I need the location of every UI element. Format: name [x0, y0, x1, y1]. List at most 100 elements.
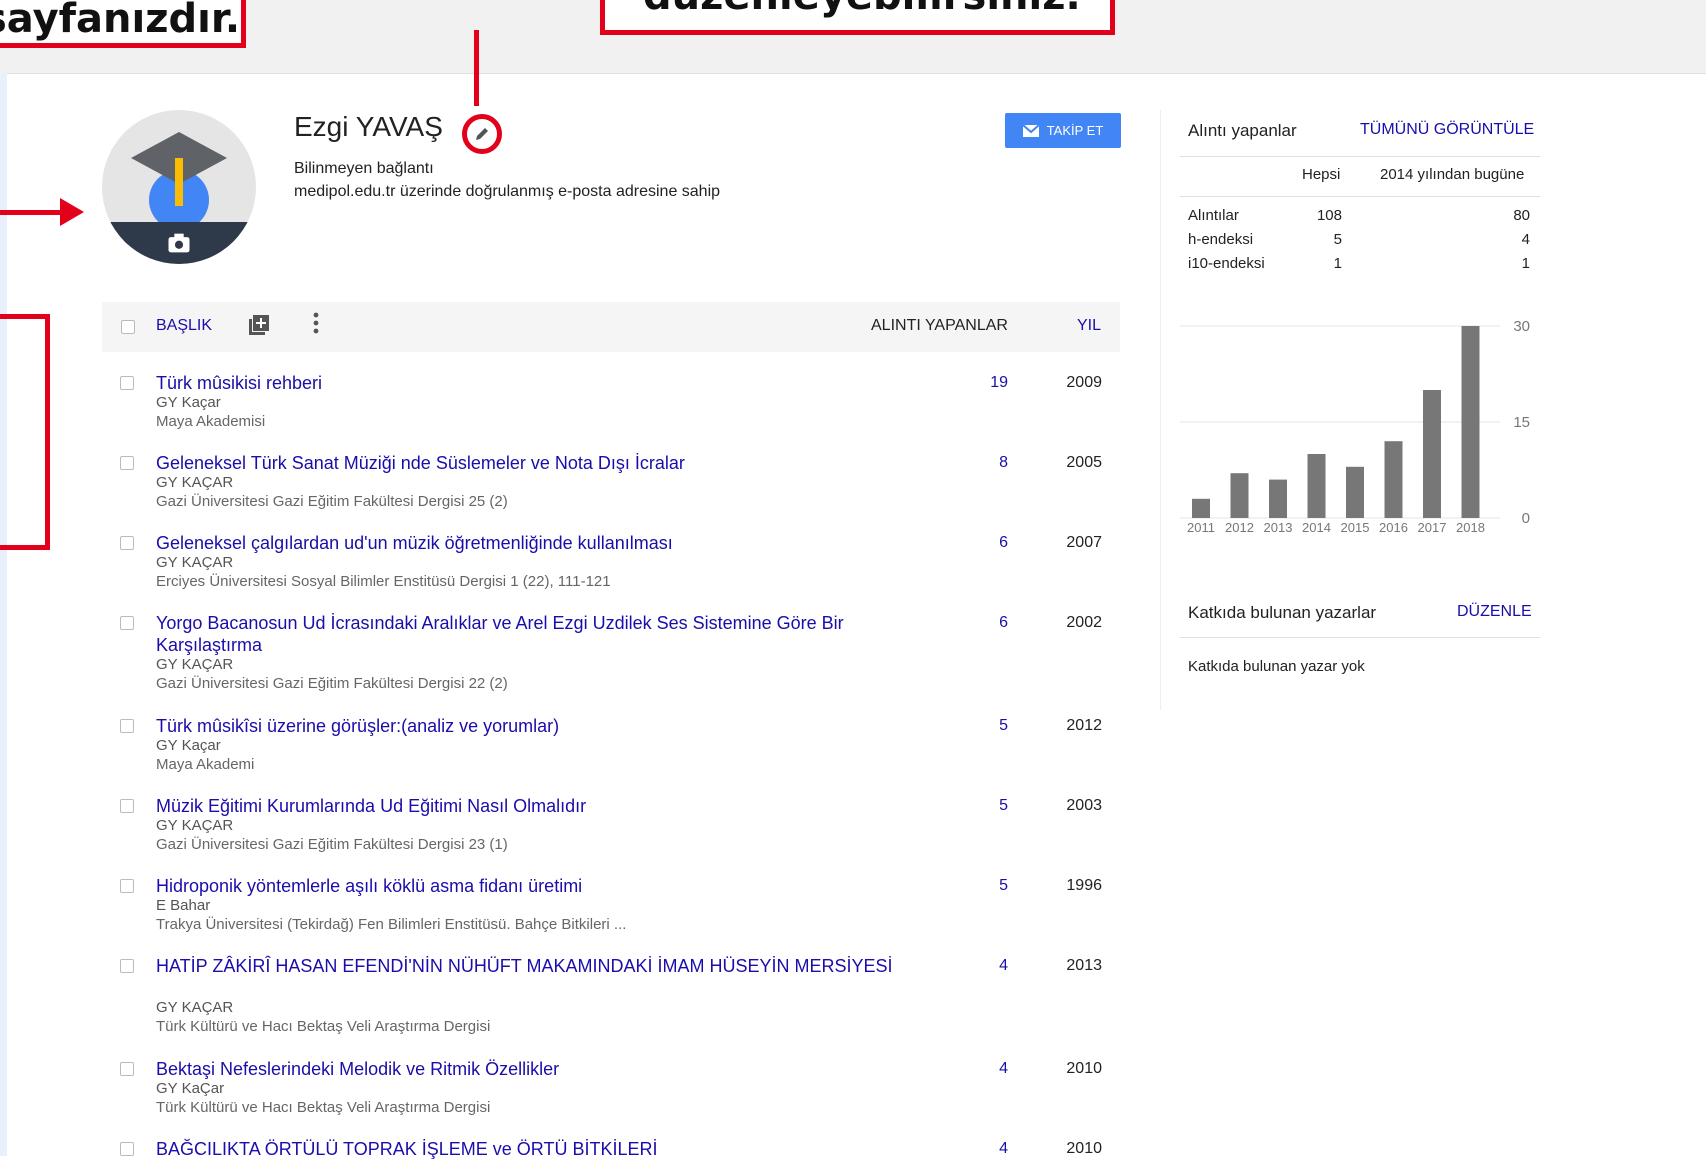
add-article-icon[interactable]	[248, 314, 270, 342]
chart-bar[interactable]	[1423, 390, 1441, 518]
row-checkbox[interactable]	[120, 1142, 134, 1156]
add-box-icon	[249, 315, 269, 335]
article-title-link[interactable]: Geleneksel Türk Sanat Müziği nde Süsleme…	[156, 452, 916, 474]
chart-x-tick: 2018	[1456, 520, 1485, 535]
sidebar-divider-line	[1180, 196, 1540, 197]
row-checkbox[interactable]	[120, 959, 134, 973]
article-venue: Gazi Üniversitesi Gazi Eğitim Fakültesi …	[156, 675, 508, 692]
article-cited-count-link[interactable]: 4	[978, 957, 1008, 975]
article-cited-count-link[interactable]: 4	[978, 1060, 1008, 1078]
article-year: 2013	[1066, 957, 1102, 974]
row-checkbox[interactable]	[120, 456, 134, 470]
chart-x-tick: 2014	[1302, 520, 1331, 535]
row-checkbox[interactable]	[120, 879, 134, 893]
article-venue: Gazi Üniversitesi Gazi Eğitim Fakültesi …	[156, 493, 508, 510]
article-venue: Erciyes Üniversitesi Sosyal Bilimler Ens…	[156, 573, 611, 590]
article-venue: Trakya Üniversitesi (Tekirdağ) Fen Bilim…	[156, 916, 627, 933]
article-venue: Türk Kültürü ve Hacı Bektaş Veli Araştır…	[156, 1018, 491, 1035]
chart-bar[interactable]	[1461, 326, 1480, 518]
article-venue: Maya Akademisi	[156, 413, 266, 430]
article-authors: GY KAÇAR	[156, 817, 234, 834]
article-title-link[interactable]: BAĞCILIKTA ÖRTÜLÜ TOPRAK İŞLEME ve ÖRTÜ …	[156, 1138, 916, 1160]
chart-bar[interactable]	[1230, 473, 1249, 518]
edit-coauthors-link[interactable]: DÜZENLE	[1457, 603, 1532, 621]
article-venue: Türk Kültürü ve Hacı Bektaş Veli Araştır…	[156, 1099, 491, 1116]
coauthors-heading: Katkıda bulunan yazarlar	[1188, 603, 1377, 622]
article-authors: GY KAÇAR	[156, 656, 234, 673]
chart-y-tick: 30	[1513, 318, 1530, 335]
row-checkbox[interactable]	[120, 376, 134, 390]
metric-all-value: 108	[1316, 207, 1342, 224]
annotation-box-left	[0, 314, 50, 550]
chart-bar[interactable]	[1269, 479, 1287, 518]
camera-icon	[168, 233, 190, 253]
article-cited-count-link[interactable]: 6	[978, 534, 1008, 552]
article-cited-count-link[interactable]: 6	[978, 614, 1008, 632]
article-cited-count-link[interactable]: 5	[978, 877, 1008, 895]
select-all-checkbox[interactable]	[121, 320, 135, 334]
article-authors: GY KaÇar	[156, 1080, 225, 1097]
article-cited-count-link[interactable]: 8	[978, 454, 1008, 472]
chart-x-tick: 2015	[1341, 520, 1370, 535]
sidebar-divider	[1160, 110, 1161, 710]
article-year: 2005	[1066, 454, 1102, 471]
metrics-col-all: Hepsi	[1302, 166, 1341, 183]
article-title-link[interactable]: Yorgo Bacanosun Ud İcrasındaki Aralıklar…	[156, 612, 916, 656]
article-cited-count-link[interactable]: 4	[978, 1140, 1008, 1158]
article-year: 2012	[1066, 717, 1102, 734]
annotation-callout-left-text: sayfanızdır.	[0, 0, 241, 42]
article-title-link[interactable]: Türk mûsikisi rehberi	[156, 372, 916, 394]
row-checkbox[interactable]	[120, 616, 134, 630]
metric-label: i10-endeksi	[1188, 255, 1265, 272]
annotation-callout-right-text: düzenleyebilirsiniz.	[643, 0, 1110, 16]
pencil-icon	[476, 128, 488, 140]
article-authors: GY KAÇAR	[156, 474, 234, 491]
article-year: 2003	[1066, 797, 1102, 814]
profile-name: Ezgi YAVAŞ	[294, 111, 443, 142]
article-cited-count-link[interactable]: 5	[978, 797, 1008, 815]
sidebar-divider-line	[1180, 156, 1540, 157]
article-title-link[interactable]: Geleneksel çalgılardan ud'un müzik öğret…	[156, 532, 916, 554]
metric-label: h-endeksi	[1188, 231, 1254, 248]
chart-bar[interactable]	[1346, 466, 1364, 518]
sort-by-title-link[interactable]: BAŞLIK	[156, 317, 212, 335]
metric-label: Alıntılar	[1188, 207, 1239, 224]
chart-x-tick: 2017	[1418, 520, 1447, 535]
more-options-icon[interactable]	[313, 312, 319, 340]
article-year: 2002	[1066, 614, 1102, 631]
article-title-link[interactable]: Müzik Eğitimi Kurumlarında Ud Eğitimi Na…	[156, 795, 916, 817]
sort-by-year-link[interactable]: YIL	[1077, 317, 1101, 335]
follow-button[interactable]: TAKİP ET	[1005, 113, 1121, 148]
chart-bar[interactable]	[1192, 498, 1210, 518]
annotation-callout-right: düzenleyebilirsiniz.	[600, 0, 1115, 35]
chart-bar[interactable]	[1384, 441, 1403, 518]
sort-by-cited-header[interactable]: ALINTI YAPANLAR	[871, 317, 1008, 335]
article-title-link[interactable]: Bektaşi Nefeslerindeki Melodik ve Ritmik…	[156, 1058, 916, 1080]
article-authors: E Bahar	[156, 897, 211, 914]
article-cited-count-link[interactable]: 19	[978, 374, 1008, 392]
chart-x-tick: 2016	[1379, 520, 1408, 535]
article-authors: GY Kaçar	[156, 737, 221, 754]
row-checkbox[interactable]	[120, 719, 134, 733]
metric-row: i10-endeksi 1 1	[1188, 255, 1530, 277]
article-title-link[interactable]: HATİP ZÂKİRÎ HASAN EFENDİ'NİN NÜHÜFT MAK…	[156, 955, 916, 977]
article-title-link[interactable]: Türk mûsikîsi üzerine görüşler:(analiz v…	[156, 715, 916, 737]
edit-profile-pencil-icon[interactable]	[462, 114, 502, 154]
metric-all-value: 1	[1333, 255, 1342, 272]
add-photo-icon[interactable]	[102, 222, 256, 264]
profile-avatar[interactable]	[102, 110, 256, 264]
article-title-link[interactable]: Hidroponik yöntemlerle aşılı köklü asma …	[156, 875, 916, 897]
chart-x-tick: 2011	[1187, 520, 1215, 535]
article-cited-count-link[interactable]: 5	[978, 717, 1008, 735]
annotation-pointer-line	[474, 30, 479, 106]
view-all-link[interactable]: TÜMÜNÜ GÖRÜNTÜLE	[1360, 121, 1534, 139]
envelope-icon	[1022, 124, 1039, 137]
row-checkbox[interactable]	[120, 799, 134, 813]
chart-x-tick: 2013	[1264, 520, 1293, 535]
row-checkbox[interactable]	[120, 1062, 134, 1076]
article-year: 2010	[1066, 1060, 1102, 1077]
chart-bar[interactable]	[1307, 454, 1326, 518]
annotation-arrow-line	[0, 210, 62, 215]
metric-row: Alıntılar 108 80	[1188, 207, 1530, 229]
row-checkbox[interactable]	[120, 536, 134, 550]
